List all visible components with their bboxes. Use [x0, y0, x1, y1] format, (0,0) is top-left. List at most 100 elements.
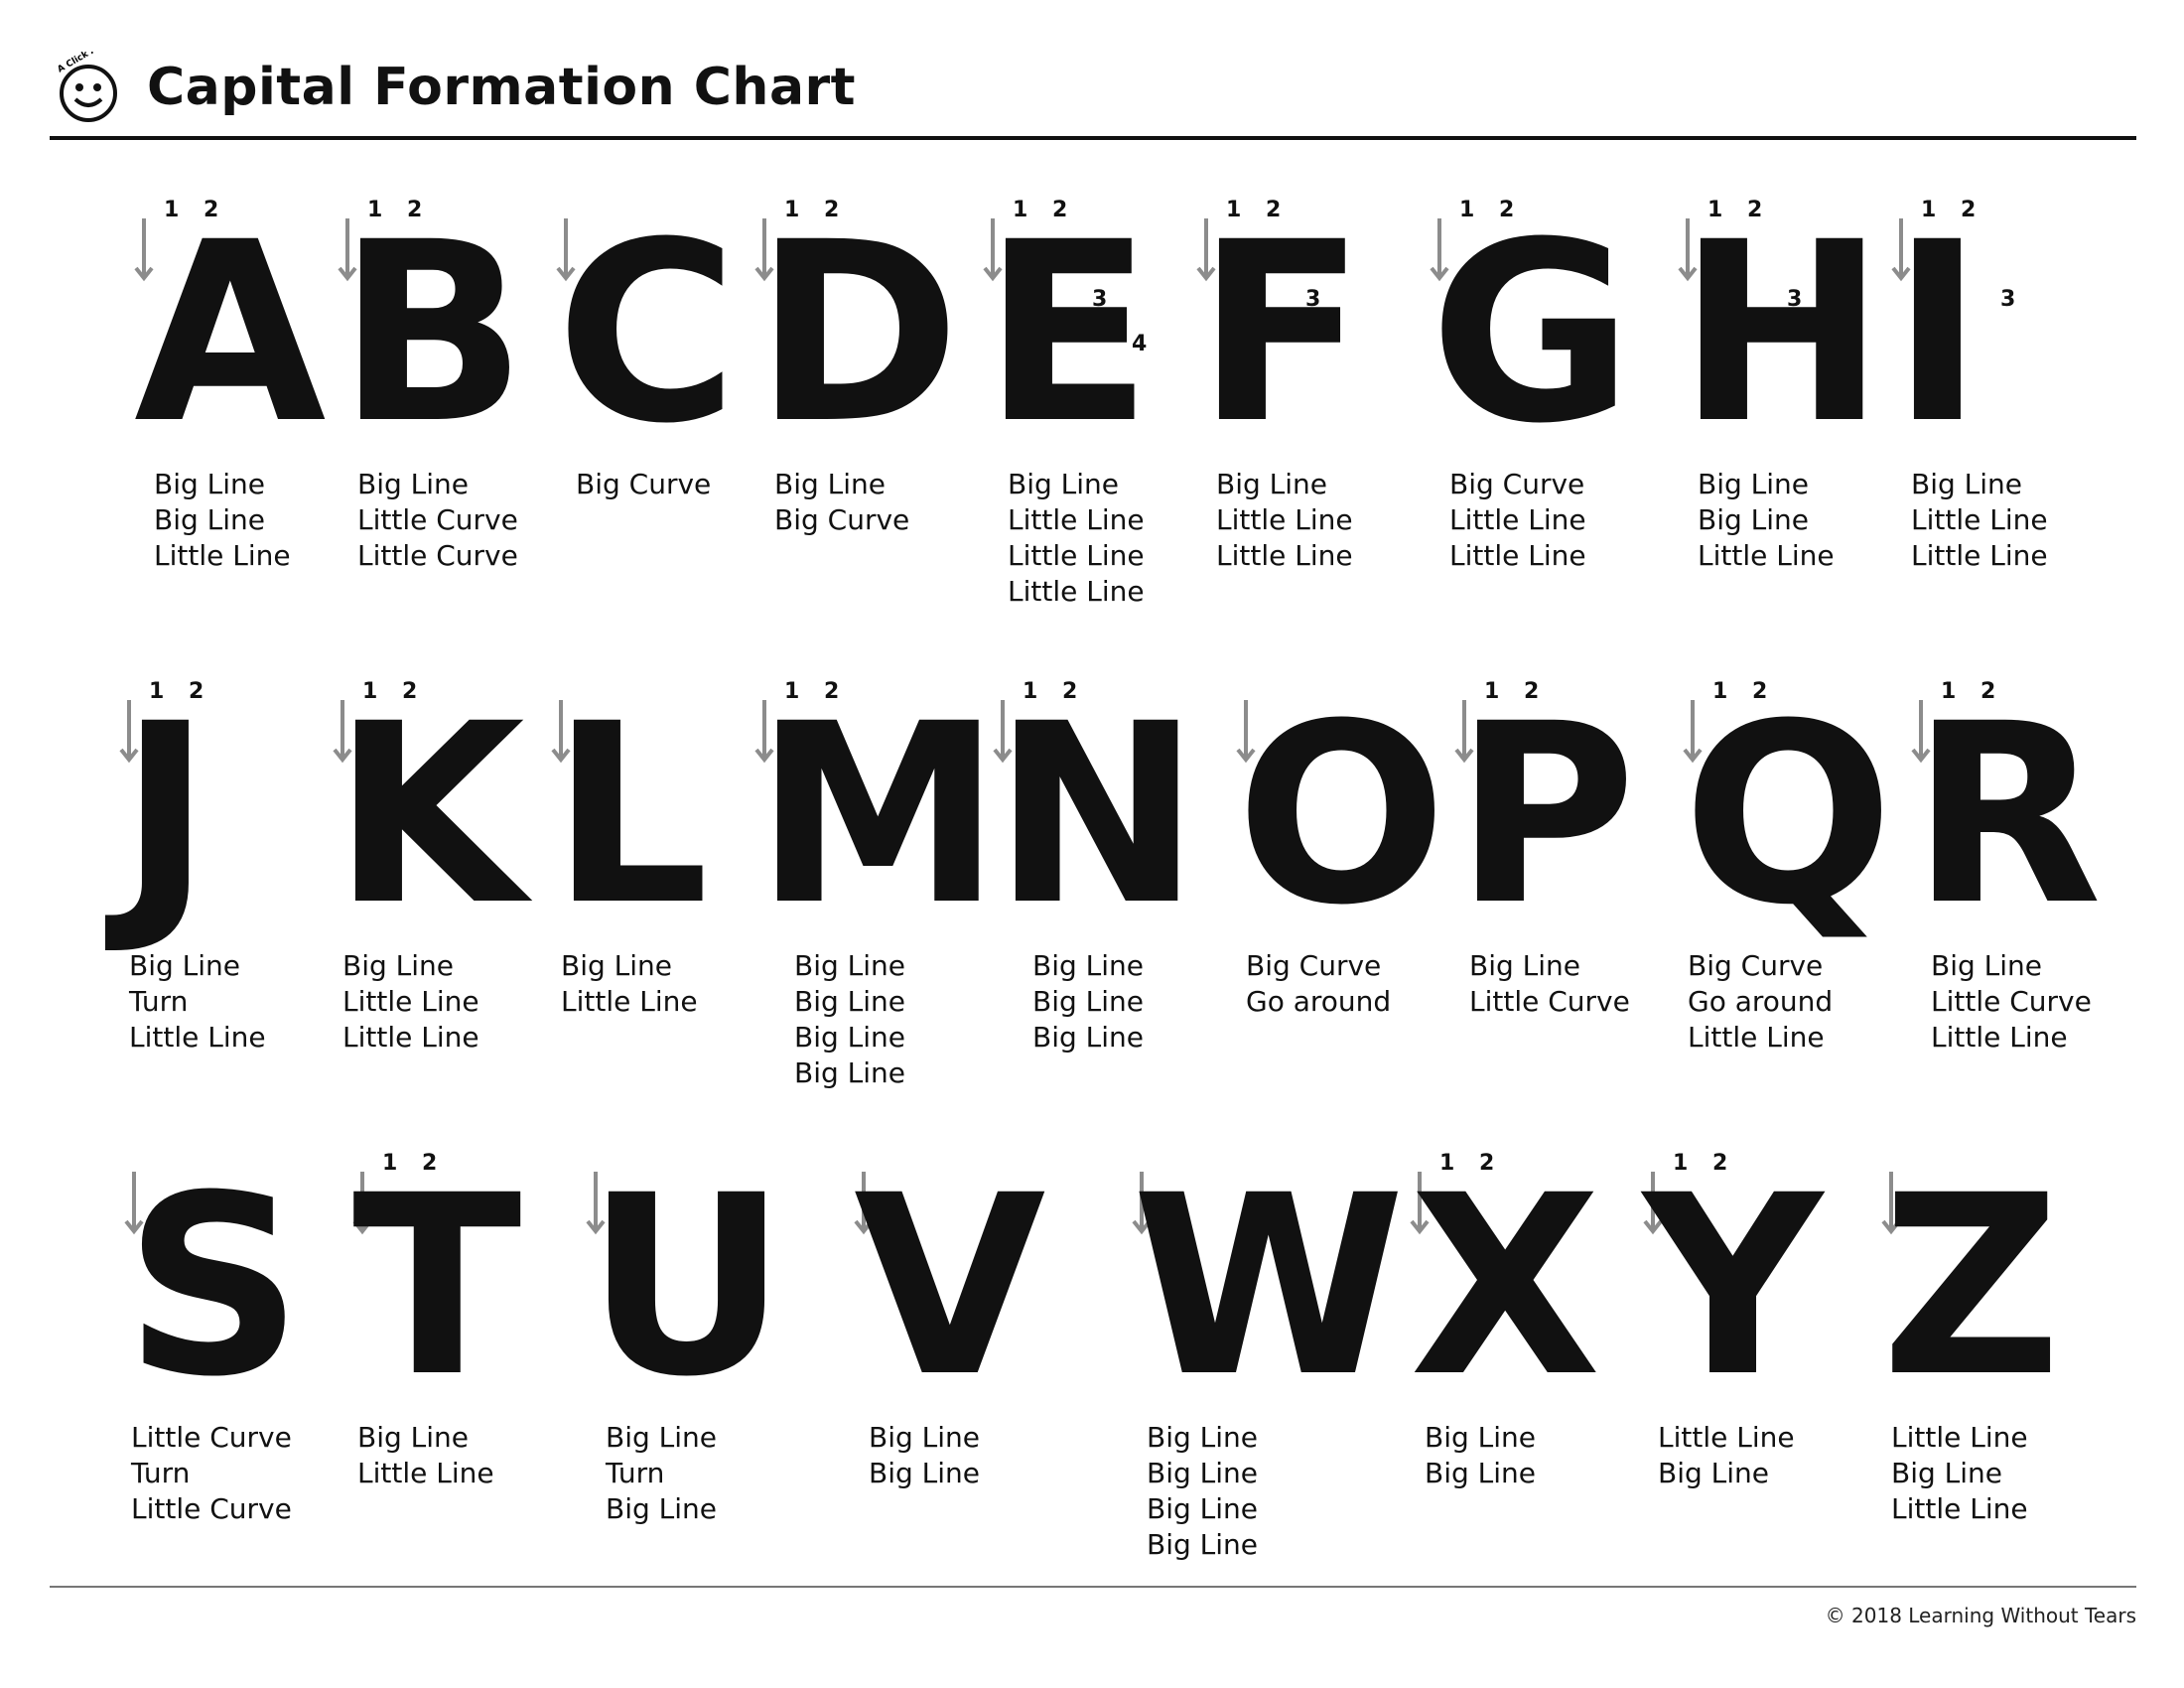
copyright-text: © 2018 Learning Without Tears: [1825, 1604, 2136, 1627]
stroke-description-line: Big Line: [774, 468, 887, 500]
letter-figure: S: [124, 1142, 303, 1431]
stroke-description: Big Line Big Line: [869, 1420, 980, 1491]
stroke-description-line: Big Line: [1469, 949, 1581, 982]
stroke-description: Big Line Little Curve Little Line: [1931, 948, 2092, 1055]
stroke-description: Big Curve: [576, 467, 711, 502]
capital-letter: M: [754, 670, 1002, 959]
stroke-description-line: Little Line: [1911, 539, 2048, 572]
stroke-description: Big Line Big Line Little Line: [154, 467, 291, 574]
stroke-description: Little Line Big Line Little Line: [1891, 1420, 2028, 1527]
letter-figure: 1 2Y: [1640, 1142, 1826, 1431]
stroke-description-line: Big Line: [154, 503, 266, 536]
stroke-description-line: Big Line: [794, 1021, 906, 1054]
stroke-description-line: Big Line: [869, 1457, 981, 1489]
stroke-description-line: Little Line: [1891, 1421, 2028, 1454]
capital-letter: E: [983, 189, 1153, 478]
capital-letter: A: [134, 189, 326, 478]
header-divider: [50, 136, 2136, 140]
letter-figure: 1 2P: [1454, 670, 1636, 959]
stroke-description-line: Big Line: [1911, 468, 2023, 500]
letter-figure: 1 23F: [1196, 189, 1366, 478]
capital-letter: P: [1454, 670, 1636, 959]
stroke-description-line: Big Line: [794, 985, 906, 1018]
stroke-description-line: Big Line: [1425, 1457, 1537, 1489]
stroke-description: Big Curve Go around Little Line: [1688, 948, 1833, 1055]
stroke-description: Big Line Little Line: [561, 948, 698, 1020]
stroke-description-line: Little Curve: [131, 1421, 292, 1454]
stroke-description-line: Little Line: [1698, 539, 1835, 572]
letter-figure: W: [1132, 1142, 1406, 1431]
stroke-description: Big Line Little Curve: [1469, 948, 1630, 1020]
stroke-description-line: Big Line: [606, 1492, 718, 1525]
capital-letter: N: [993, 670, 1200, 959]
letter-figure: 1 2R: [1911, 670, 2103, 959]
letter-figure: U: [586, 1142, 787, 1431]
stroke-description-line: Big Curve: [1449, 468, 1585, 500]
stroke-description-line: Little Line: [1449, 539, 1586, 572]
stroke-description-line: Big Line: [561, 949, 673, 982]
stroke-description-line: Big Line: [1147, 1421, 1259, 1454]
letter-figure: L: [551, 670, 709, 959]
stroke-description: Little Curve Turn Little Curve: [131, 1420, 292, 1527]
stroke-description-line: Go around: [1246, 985, 1392, 1018]
stroke-description-line: Big Line: [1032, 985, 1145, 1018]
letter-figure: C: [556, 189, 738, 478]
stroke-description-line: Big Line: [1425, 1421, 1537, 1454]
stroke-description-line: Little Line: [1216, 503, 1353, 536]
capital-letter: L: [551, 670, 709, 959]
stroke-description-line: Big Line: [1931, 949, 2043, 982]
letter-figure: 1 2Q: [1683, 670, 1894, 959]
letter-figure: 1 2N: [993, 670, 1200, 959]
stroke-description-line: Little Line: [1931, 1021, 2068, 1054]
capital-letter: F: [1196, 189, 1366, 478]
capital-letter: J: [104, 670, 211, 959]
capital-letter: G: [1430, 189, 1633, 478]
capital-letter: W: [1132, 1142, 1406, 1431]
stroke-description-line: Big Line: [1032, 1021, 1145, 1054]
letter-figure: 1 23H: [1678, 189, 1885, 478]
letter-figure: 1 2M: [754, 670, 1002, 959]
stroke-description-line: Big Curve: [1246, 949, 1382, 982]
stroke-description-line: Little Line: [154, 539, 291, 572]
stroke-description-line: Big Line: [1147, 1492, 1259, 1525]
capital-letter: S: [124, 1142, 303, 1431]
capital-letter: R: [1911, 670, 2103, 959]
stroke-description-line: Little Curve: [1469, 985, 1630, 1018]
letter-figure: 1 2B: [338, 189, 527, 478]
letter-figure: 1 2J: [104, 670, 211, 959]
stroke-description: Big Curve Go around: [1246, 948, 1391, 1020]
stroke-description: Big Line Little Line: [357, 1420, 494, 1491]
stroke-description: Big Curve Little Line Little Line: [1449, 467, 1586, 574]
stroke-description: Big Line Big Line Little Line: [1698, 467, 1835, 574]
stroke-description: Big Line Big Line Big Line: [1032, 948, 1144, 1055]
capital-letter: T: [352, 1142, 522, 1431]
capital-letter: K: [333, 670, 533, 959]
page-title: Capital Formation Chart: [147, 58, 857, 117]
stroke-description-line: Big Line: [794, 1056, 906, 1089]
stroke-description-line: Big Line: [1658, 1457, 1770, 1489]
stroke-description-line: Little Line: [1008, 503, 1145, 536]
stroke-description-line: Little Line: [1658, 1421, 1795, 1454]
letter-figure: 1 2D: [754, 189, 961, 478]
capital-letter: C: [556, 189, 738, 478]
stroke-description-line: Big Line: [1698, 468, 1810, 500]
stroke-description: Big Line Big Line: [1425, 1420, 1536, 1491]
capital-letter: Z: [1881, 1142, 2061, 1431]
logo-text: A Click Away: [56, 52, 116, 75]
letter-figure: 1 23A: [134, 189, 326, 478]
letter-figure: Z: [1881, 1142, 2061, 1431]
stroke-description-line: Little Line: [1008, 539, 1145, 572]
stroke-description-line: Little Line: [1008, 575, 1145, 608]
capital-letter: V: [854, 1142, 1045, 1431]
capital-letter: O: [1236, 670, 1447, 959]
stroke-description: Big Line Big Line Big Line Big Line: [794, 948, 905, 1091]
letter-figure: 1 23I: [1891, 189, 2015, 478]
capital-letter: H: [1678, 189, 1885, 478]
stroke-description-line: Little Line: [342, 1021, 479, 1054]
stroke-description-line: Little Line: [129, 1021, 266, 1054]
stroke-description-line: Big Line: [1032, 949, 1145, 982]
letter-figure: 1 2K: [333, 670, 533, 959]
stroke-description-line: Go around: [1688, 985, 1834, 1018]
stroke-description-line: Little Line: [342, 985, 479, 1018]
letter-figure: 1 2G: [1430, 189, 1633, 478]
